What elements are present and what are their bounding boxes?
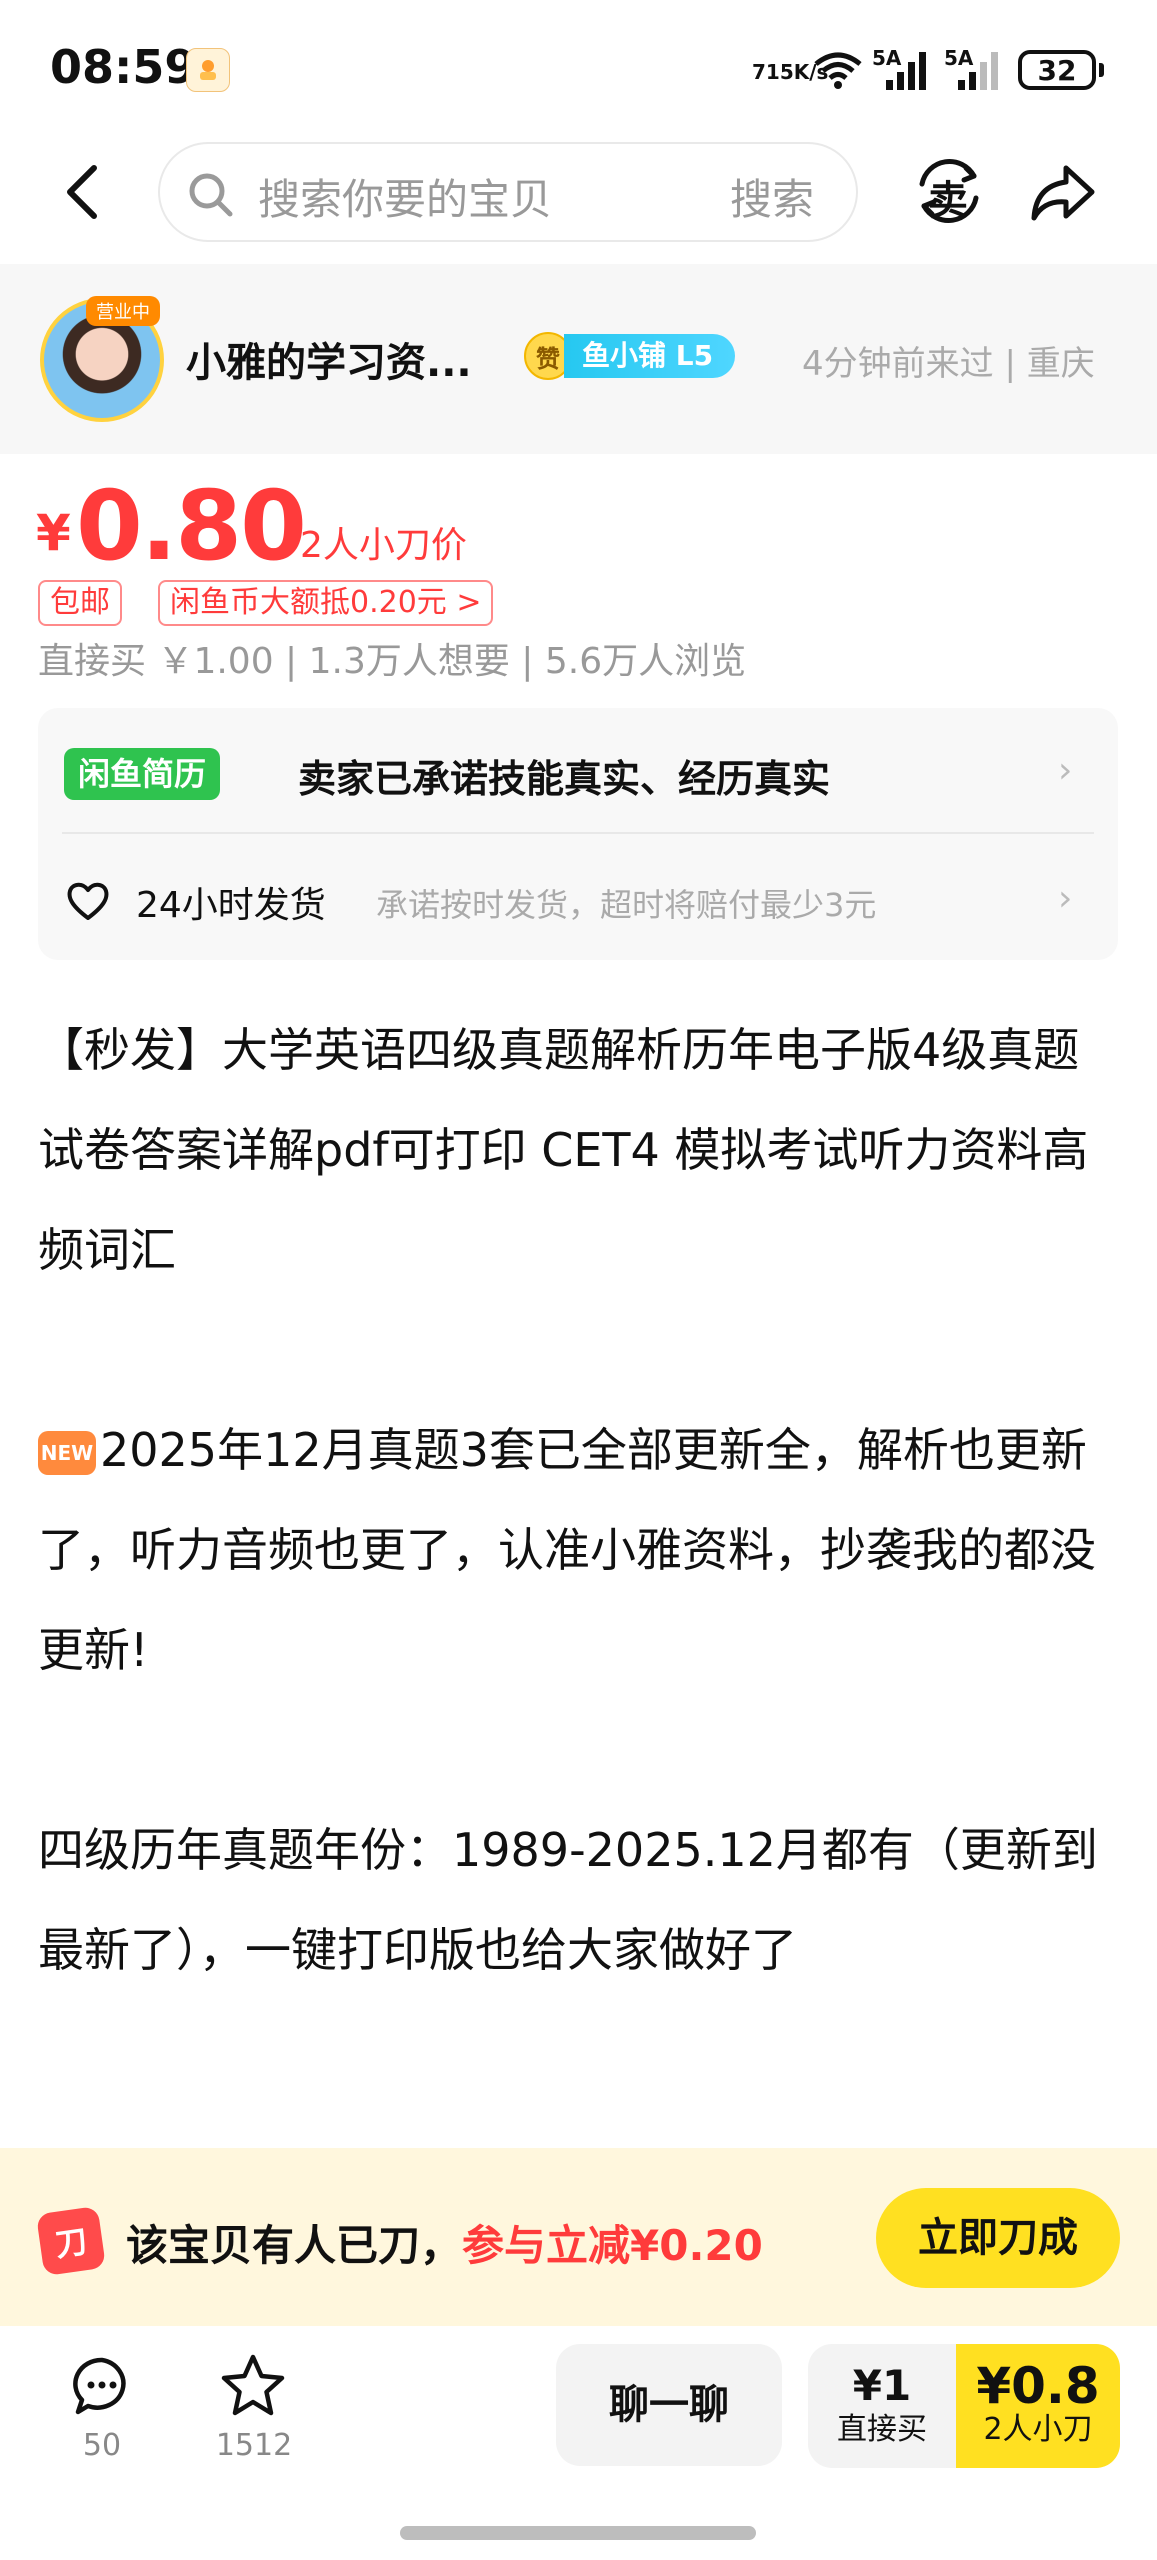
knife-icon: 刀 [35, 2205, 107, 2277]
share-icon [1031, 165, 1095, 221]
shipping-title[interactable]: 24小时发货 [136, 876, 326, 928]
price-currency: ¥ [36, 504, 71, 562]
comment-count: 50 [82, 2428, 122, 2463]
seller-name[interactable]: 小雅的学习资... [186, 330, 472, 388]
status-time: 08:59 [50, 40, 197, 94]
heart-icon [62, 874, 114, 926]
signal-icon: 5A [872, 46, 936, 92]
search-icon [189, 173, 233, 217]
wifi-icon [812, 50, 864, 90]
star-icon[interactable] [218, 2352, 288, 2418]
sell-button[interactable]: 卖 [912, 154, 986, 228]
shipping-desc: 承诺按时发货，超时将赔付最少3元 [376, 886, 877, 924]
sell-icon-glyph: 卖 [928, 178, 968, 224]
notification-app-icon [186, 48, 230, 92]
battery-indicator: 32 [1018, 50, 1096, 90]
chevron-right-icon[interactable]: › [1058, 878, 1072, 919]
comment-icon[interactable] [70, 2354, 134, 2418]
coin-discount-tag[interactable]: 闲鱼币大额抵0.20元 > [158, 580, 494, 626]
network-speed: 715 K/s [752, 60, 829, 84]
buy-direct-button[interactable]: ¥1 直接买 [808, 2344, 956, 2468]
description-years: 四级历年真题年份：1989-2025.12月都有（更新到最新了），一键打印版也给… [38, 1823, 1098, 1977]
divider [62, 832, 1094, 834]
item-stats: 直接买 ￥1.00 | 1.3万人想要 | 5.6万人浏览 [38, 641, 747, 682]
bargain-text: 该宝贝有人已刀，参与立减¥0.20 [126, 2221, 763, 2270]
free-shipping-tag: 包邮 [38, 580, 122, 626]
promise-skill-text[interactable]: 卖家已承诺技能真实、经历真实 [298, 748, 830, 803]
seller-meta: 4分钟前来过 | 重庆 [802, 344, 1095, 384]
description-update: NEW 2025年12月真题3套已全部更新全，解析也更新了，听力音频也更了，认准小… [38, 1423, 1096, 1677]
price-value: 0.80 [76, 470, 307, 582]
search-input[interactable]: 搜索你要的宝贝 [258, 166, 552, 227]
avatar-status-badge: 营业中 [86, 296, 160, 326]
level-label: 鱼小铺 L5 [564, 334, 736, 378]
search-bar[interactable]: 搜索你要的宝贝 搜索 [158, 142, 858, 242]
chevron-left-icon [67, 165, 97, 219]
seller-level-badge: 赞 鱼小铺 L5 [524, 332, 736, 380]
favorite-count: 1512 [215, 2428, 293, 2463]
bargain-highlight: 参与立减¥0.20 [462, 2221, 763, 2270]
buy-bargain-button[interactable]: ¥0.8 2人小刀 [956, 2344, 1120, 2468]
chat-button[interactable]: 聊一聊 [556, 2344, 782, 2466]
back-button[interactable] [54, 160, 114, 224]
price-note: 2人小刀价 [300, 525, 467, 566]
new-icon: NEW [38, 1431, 96, 1475]
xianyu-resume-logo: 闲鱼简历 [64, 748, 221, 800]
battery-tip [1099, 63, 1104, 77]
search-button[interactable]: 搜索 [730, 166, 814, 227]
bargain-now-button[interactable]: 立即刀成 [876, 2188, 1120, 2288]
home-indicator[interactable] [400, 2526, 756, 2540]
share-button[interactable] [1026, 156, 1100, 230]
description-title: 【秒发】大学英语四级真题解析历年电子版4级真题试卷答案详解pdf可打印 CET4… [38, 1023, 1089, 1277]
buy-button-group: ¥1 直接买 ¥0.8 2人小刀 [808, 2344, 1120, 2468]
chevron-right-icon[interactable]: › [1058, 750, 1072, 791]
signal-icon-2: 5A [944, 46, 1008, 92]
